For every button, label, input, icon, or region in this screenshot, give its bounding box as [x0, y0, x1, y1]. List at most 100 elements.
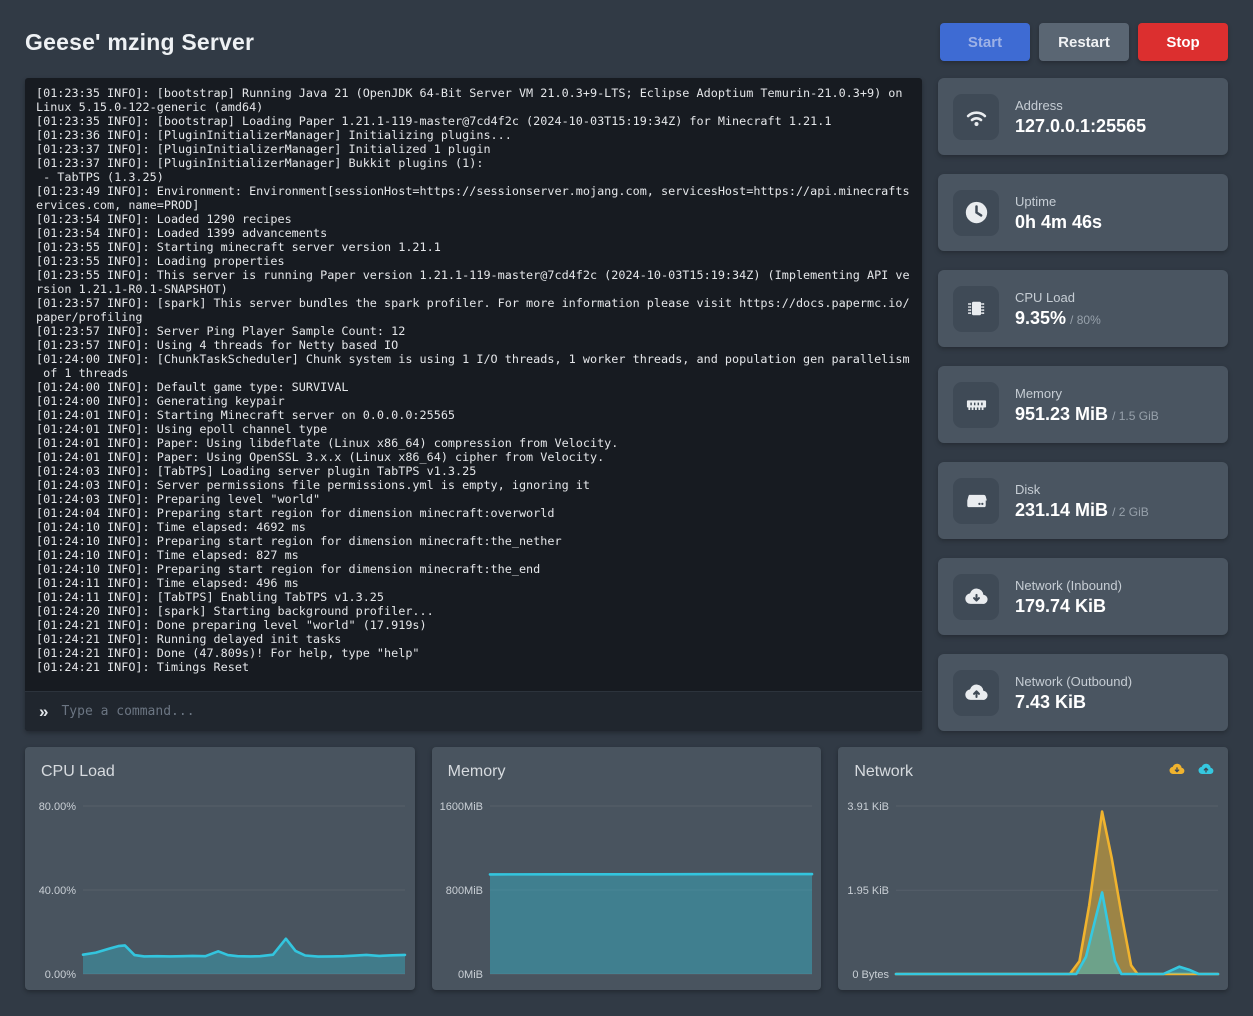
- stat-value: 9.35%/ 80%: [1015, 309, 1101, 327]
- console-line: [01:24:10 INFO]: Preparing start region …: [36, 534, 911, 548]
- cpu-icon: [953, 286, 999, 332]
- console-line: [01:24:01 INFO]: Paper: Using OpenSSL 3.…: [36, 450, 911, 464]
- svg-text:1600MiB: 1600MiB: [439, 801, 482, 813]
- console-line: [01:24:11 INFO]: [TabTPS] Enabling TabTP…: [36, 590, 911, 604]
- console-line: [01:24:00 INFO]: Generating keypair: [36, 394, 911, 408]
- console-line: [01:24:00 INFO]: [ChunkTaskScheduler] Ch…: [36, 352, 911, 366]
- console-line: [01:24:10 INFO]: Time elapsed: 827 ms: [36, 548, 911, 562]
- stat-card-body: Network (Inbound) 179.74 KiB: [1015, 578, 1122, 615]
- console-line: paper/profiling: [36, 310, 911, 324]
- stat-card: Network (Outbound) 7.43 KiB: [938, 654, 1228, 731]
- console-line: [01:23:36 INFO]: [PluginInitializerManag…: [36, 128, 911, 142]
- console-line: [01:23:54 INFO]: Loaded 1290 recipes: [36, 212, 911, 226]
- console-line: [01:23:55 INFO]: This server is running …: [36, 268, 911, 282]
- main-row: [01:23:35 INFO]: [bootstrap] Running Jav…: [25, 78, 1228, 731]
- stats-sidebar: Address127.0.0.1:25565 Uptime0h 4m 46s CPU…: [938, 78, 1228, 731]
- stop-button[interactable]: Stop: [1138, 23, 1228, 61]
- cpu-chart-card: CPU Load 80.00%40.00%0.00%: [25, 747, 415, 990]
- svg-text:3.91 KiB: 3.91 KiB: [848, 801, 890, 813]
- network-chart: 3.91 KiB 1.95 KiB 0 Bytes: [838, 794, 1228, 990]
- stat-value: 231.14 MiB/ 2 GiB: [1015, 501, 1149, 519]
- console-line: [01:23:57 INFO]: [spark] This server bun…: [36, 296, 911, 310]
- svg-text:1.95 KiB: 1.95 KiB: [848, 885, 890, 897]
- stat-label: Network (Inbound): [1015, 578, 1122, 593]
- cloud-download-icon: [953, 574, 999, 620]
- stat-card-body: Disk 231.14 MiB/ 2 GiB: [1015, 482, 1149, 519]
- console-line: [01:23:35 INFO]: [bootstrap] Loading Pap…: [36, 114, 911, 128]
- stat-label: Uptime: [1015, 194, 1102, 209]
- console-panel: [01:23:35 INFO]: [bootstrap] Running Jav…: [25, 78, 922, 731]
- stat-value: 951.23 MiB/ 1.5 GiB: [1015, 405, 1159, 423]
- console-line: [01:24:03 INFO]: Server permissions file…: [36, 478, 911, 492]
- console-line: [01:24:04 INFO]: Preparing start region …: [36, 506, 911, 520]
- stat-card: Address127.0.0.1:25565: [938, 78, 1228, 155]
- stat-limit: / 1.5 GiB: [1112, 409, 1159, 423]
- console-log[interactable]: [01:23:35 INFO]: [bootstrap] Running Jav…: [25, 78, 922, 691]
- console-line: [01:23:54 INFO]: Loaded 1399 advancement…: [36, 226, 911, 240]
- console-line: [01:24:01 INFO]: Starting Minecraft serv…: [36, 408, 911, 422]
- header: Geese' mzing Server Start Restart Stop: [25, 0, 1228, 78]
- console-line: [01:24:00 INFO]: Default game type: SURV…: [36, 380, 911, 394]
- stat-card: Disk 231.14 MiB/ 2 GiB: [938, 462, 1228, 539]
- console-line: [01:23:57 INFO]: Server Ping Player Samp…: [36, 324, 911, 338]
- memory-icon: [953, 382, 999, 428]
- chart-legend: [1168, 760, 1215, 778]
- command-input[interactable]: [61, 704, 908, 719]
- console-line: Linux 5.15.0-122-generic (amd64): [36, 100, 911, 114]
- stat-label: Network (Outbound): [1015, 674, 1132, 689]
- memory-chart-card: Memory 1600MiB 800MiB 0MiB: [432, 747, 822, 990]
- stat-value: 7.43 KiB: [1015, 693, 1132, 711]
- console-line: [01:24:21 INFO]: Timings Reset: [36, 660, 911, 674]
- console-line: [01:23:37 INFO]: [PluginInitializerManag…: [36, 156, 911, 170]
- page-title: Geese' mzing Server: [25, 29, 254, 56]
- svg-text:0MiB: 0MiB: [458, 969, 483, 981]
- cloud-upload-icon: [1197, 760, 1215, 778]
- console-line: [01:24:10 INFO]: Time elapsed: 4692 ms: [36, 520, 911, 534]
- console-line: [01:24:01 INFO]: Paper: Using libdeflate…: [36, 436, 911, 450]
- stat-card: Memory 951.23 MiB/ 1.5 GiB: [938, 366, 1228, 443]
- console-line: [01:23:49 INFO]: Environment: Environmen…: [36, 184, 911, 198]
- console-line: [01:23:57 INFO]: Using 4 threads for Net…: [36, 338, 911, 352]
- disk-icon: [953, 478, 999, 524]
- console-line: [01:23:35 INFO]: [bootstrap] Running Jav…: [36, 86, 911, 100]
- svg-text:800MiB: 800MiB: [445, 885, 482, 897]
- memory-chart-title: Memory: [448, 763, 506, 781]
- stat-value: 179.74 KiB: [1015, 597, 1122, 615]
- stat-limit: / 2 GiB: [1112, 505, 1149, 519]
- wifi-icon: [953, 94, 999, 140]
- stat-card: Network (Inbound) 179.74 KiB: [938, 558, 1228, 635]
- stat-card-body: Address127.0.0.1:25565: [1015, 98, 1146, 135]
- console-line: [01:24:10 INFO]: Preparing start region …: [36, 562, 911, 576]
- svg-text:40.00%: 40.00%: [39, 885, 77, 897]
- stat-card-body: Uptime0h 4m 46s: [1015, 194, 1102, 231]
- console-line: [01:23:37 INFO]: [PluginInitializerManag…: [36, 142, 911, 156]
- cloud-download-icon: [1168, 760, 1186, 778]
- cloud-upload-icon: [953, 670, 999, 716]
- clock-icon: [953, 190, 999, 236]
- server-dashboard: Geese' mzing Server Start Restart Stop […: [0, 0, 1253, 990]
- stat-label: Disk: [1015, 482, 1149, 497]
- server-controls: Start Restart Stop: [940, 23, 1228, 61]
- command-bar: »: [25, 691, 922, 731]
- console-line: [01:24:03 INFO]: [TabTPS] Loading server…: [36, 464, 911, 478]
- stat-value: 127.0.0.1:25565: [1015, 117, 1146, 135]
- cpu-chart: 80.00%40.00%0.00%: [25, 794, 415, 990]
- svg-text:0 Bytes: 0 Bytes: [853, 969, 890, 981]
- stat-card-body: Memory 951.23 MiB/ 1.5 GiB: [1015, 386, 1159, 423]
- stat-card: CPU Load 9.35%/ 80%: [938, 270, 1228, 347]
- console-line: of 1 threads: [36, 366, 911, 380]
- cpu-chart-title: CPU Load: [41, 763, 115, 781]
- charts-row: CPU Load 80.00%40.00%0.00% Memory 1600Mi…: [25, 747, 1228, 990]
- stat-card-body: Network (Outbound) 7.43 KiB: [1015, 674, 1132, 711]
- stat-card-body: CPU Load 9.35%/ 80%: [1015, 290, 1101, 327]
- stat-label: CPU Load: [1015, 290, 1101, 305]
- stat-label: Memory: [1015, 386, 1159, 401]
- network-chart-title: Network: [854, 763, 913, 781]
- start-button[interactable]: Start: [940, 23, 1030, 61]
- console-line: [01:24:21 INFO]: Done preparing level "w…: [36, 618, 911, 632]
- restart-button[interactable]: Restart: [1039, 23, 1129, 61]
- console-line: [01:23:55 INFO]: Loading properties: [36, 254, 911, 268]
- svg-text:0.00%: 0.00%: [45, 969, 76, 981]
- memory-chart: 1600MiB 800MiB 0MiB: [432, 794, 822, 990]
- console-line: [01:24:03 INFO]: Preparing level "world": [36, 492, 911, 506]
